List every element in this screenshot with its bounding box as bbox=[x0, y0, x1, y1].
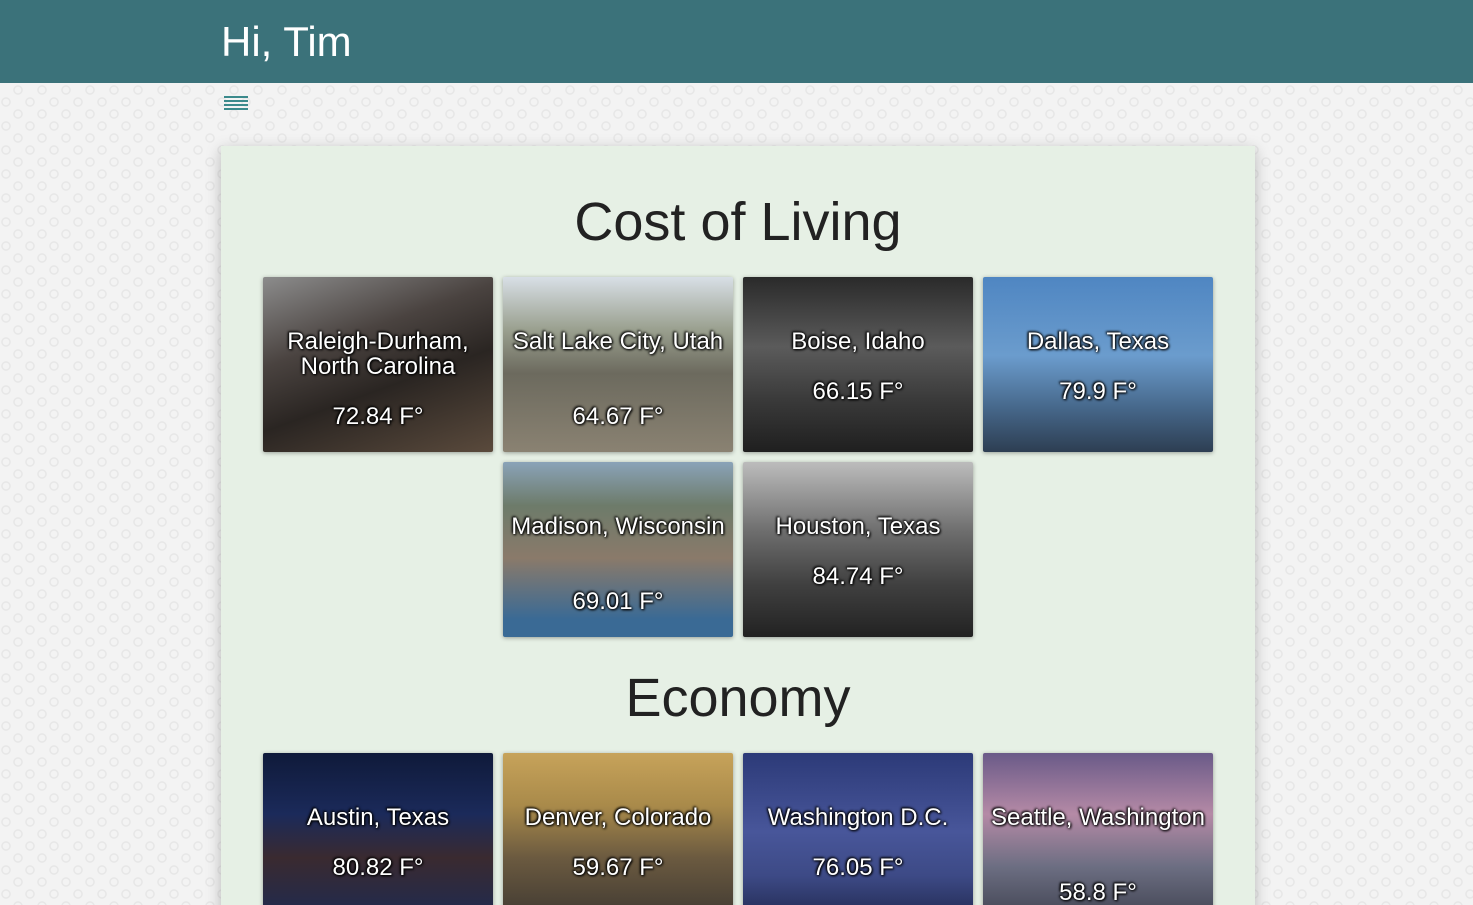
city-name: Boise, Idaho bbox=[791, 328, 925, 355]
city-card-denver[interactable]: Denver, Colorado 59.67 F° bbox=[503, 753, 733, 905]
city-name: Denver, Colorado bbox=[524, 804, 712, 831]
city-name: Austin, Texas bbox=[306, 804, 450, 831]
city-card-seattle[interactable]: Seattle, Washington 58.8 F° bbox=[983, 753, 1213, 905]
city-temperature: 80.82 F° bbox=[332, 854, 424, 881]
city-name: Salt Lake City, Utah bbox=[512, 328, 724, 355]
city-card-austin[interactable]: Austin, Texas 80.82 F° bbox=[263, 753, 493, 905]
city-card-madison[interactable]: Madison, Wisconsin 69.01 F° bbox=[503, 462, 733, 637]
city-name: Washington D.C. bbox=[767, 804, 949, 831]
menu-icon-line bbox=[224, 96, 248, 98]
city-card-raleigh-durham[interactable]: Raleigh-Durham, North Carolina 72.84 F° bbox=[263, 277, 493, 452]
section-title-economy: Economy bbox=[625, 668, 851, 728]
city-name: Seattle, Washington bbox=[991, 804, 1205, 831]
content-panel: Cost of Living Raleigh-Durham, North Car… bbox=[221, 146, 1255, 905]
menu-icon-line bbox=[224, 100, 248, 102]
menu-icon-line bbox=[224, 108, 248, 110]
section-title-cost-of-living: Cost of Living bbox=[574, 192, 902, 252]
city-temperature: 72.84 F° bbox=[332, 403, 424, 430]
city-temperature: 76.05 F° bbox=[812, 854, 904, 881]
city-temperature: 69.01 F° bbox=[572, 588, 664, 615]
greeting-title: Hi, Tim bbox=[221, 18, 352, 65]
city-name: Houston, Texas bbox=[775, 513, 941, 540]
menu-icon-line bbox=[224, 104, 248, 106]
city-temperature: 58.8 F° bbox=[1059, 879, 1137, 905]
city-temperature: 59.67 F° bbox=[572, 854, 664, 881]
city-card-washington-dc[interactable]: Washington D.C. 76.05 F° bbox=[743, 753, 973, 905]
city-card-dallas[interactable]: Dallas, Texas 79.9 F° bbox=[983, 277, 1213, 452]
city-card-salt-lake-city[interactable]: Salt Lake City, Utah 64.67 F° bbox=[503, 277, 733, 452]
city-temperature: 64.67 F° bbox=[572, 403, 664, 430]
city-name: Raleigh-Durham, North Carolina bbox=[287, 328, 469, 380]
city-name: Dallas, Texas bbox=[1026, 328, 1170, 355]
city-temperature: 66.15 F° bbox=[812, 378, 904, 405]
city-temperature: 84.74 F° bbox=[812, 563, 904, 590]
city-card-boise[interactable]: Boise, Idaho 66.15 F° bbox=[743, 277, 973, 452]
city-card-houston[interactable]: Houston, Texas 84.74 F° bbox=[743, 462, 973, 637]
top-app-bar: Hi, Tim bbox=[0, 0, 1473, 83]
menu-icon[interactable] bbox=[224, 96, 248, 114]
city-name: Madison, Wisconsin bbox=[511, 513, 725, 540]
city-temperature: 79.9 F° bbox=[1059, 378, 1137, 405]
